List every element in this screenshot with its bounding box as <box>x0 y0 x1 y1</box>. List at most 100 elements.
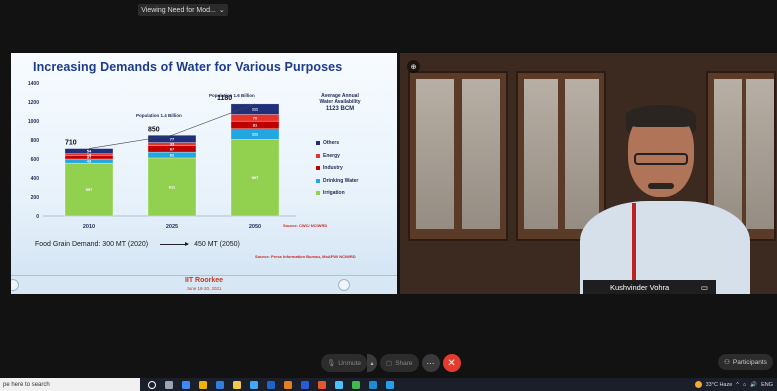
x-tick-label: 2050 <box>249 224 261 230</box>
arrow-right-icon <box>160 241 190 246</box>
legend-label: Irrigation <box>323 190 345 197</box>
legend-label: Energy <box>323 152 340 159</box>
participants-label: Participants <box>732 358 767 366</box>
network-icon[interactable]: ⌂ <box>743 382 746 388</box>
more-icon: ⋯ <box>426 358 435 368</box>
taskbar-app-icon[interactable] <box>165 380 173 389</box>
population-label-2025: Population 1.4 Billion <box>136 113 182 118</box>
shared-slide: Increasing Demands of Water for Various … <box>11 53 397 294</box>
participant-mustache <box>648 183 674 189</box>
unmute-button[interactable]: 🎙 Unmute <box>321 354 368 372</box>
total-label: 850 <box>148 126 160 133</box>
person-icon: ⚇ <box>724 359 730 366</box>
stacked-bar-chart: 0200400600800100012001400557433719547102… <box>28 81 296 230</box>
x-tick-label: 2010 <box>83 224 95 230</box>
taskbar-app-icon[interactable] <box>335 380 343 389</box>
data-label: 111 <box>252 107 259 112</box>
participants-button[interactable]: ⚇ Participants <box>718 354 773 370</box>
share-banner-label: Viewing Need for Mod... <box>141 6 216 14</box>
data-label: 611 <box>169 184 176 189</box>
volume-icon[interactable]: 🔊 <box>750 382 757 388</box>
y-tick-label: 400 <box>31 176 40 182</box>
taskbar-app-icon[interactable] <box>233 380 241 389</box>
share-screen-icon: ▢ <box>386 360 393 367</box>
water-availability: Average Annual Water Availability 1123 B… <box>309 93 371 112</box>
close-icon: ✕ <box>447 357 456 369</box>
y-tick-label: 1400 <box>28 81 39 87</box>
data-label: 67 <box>170 146 175 151</box>
participant-name: Kushvinder Vohra <box>610 282 670 292</box>
taskbar-search-input[interactable]: pe here to search <box>0 378 140 391</box>
legend-swatch <box>316 153 320 158</box>
taskbar-app-icon[interactable] <box>352 380 360 389</box>
chevron-up-icon[interactable]: ^ <box>736 382 739 388</box>
taskbar-app-icons <box>148 380 394 389</box>
legend-swatch <box>316 191 320 196</box>
microphone-icon: 🎙 <box>327 360 336 367</box>
more-button[interactable]: ⋯ <box>421 354 440 372</box>
source-cwc: Source: CWC/ NCIWRD <box>283 223 328 228</box>
system-tray: 33°C Haze ^ ⌂ 🔊 ENG <box>694 378 773 391</box>
availability-value: 1123 BCM <box>325 106 355 112</box>
legend-item: Irrigation <box>316 187 358 200</box>
total-label: 710 <box>65 140 77 147</box>
background-cabinet <box>408 71 508 241</box>
data-label: 807 <box>252 175 259 180</box>
food-demand-2020: Food Grain Demand: 300 MT (2020) <box>35 241 149 248</box>
camera-icon: ▭ <box>700 282 708 292</box>
data-label: 54 <box>87 149 92 154</box>
taskbar-app-icon[interactable] <box>216 380 224 389</box>
population-label-2050: Population 1.6 Billion <box>209 93 255 98</box>
data-label: 77 <box>170 136 175 141</box>
participant-glasses <box>634 153 688 165</box>
share-button[interactable]: ▢ Share <box>380 354 419 372</box>
legend-item: Others <box>316 137 358 150</box>
chart-legend: Others Energy Industry Drinking Water Irriga… <box>316 137 358 200</box>
leave-button[interactable]: ✕ <box>442 354 461 372</box>
unmute-label: Unmute <box>338 359 362 367</box>
chevron-down-icon: ⌄ <box>218 7 225 14</box>
slide-footer: IIT Roorkee June 18-20, 2021 <box>11 275 397 294</box>
data-label: 70 <box>253 115 258 120</box>
taskbar-app-icon[interactable] <box>284 380 292 389</box>
source-pib: Source: Press Information Bureau, MoAFW/… <box>255 254 356 259</box>
taskbar-app-icon[interactable] <box>386 380 394 389</box>
language-indicator[interactable]: ENG <box>761 382 773 388</box>
taskbar-app-icon[interactable] <box>369 380 377 389</box>
weather-text[interactable]: 33°C Haze <box>706 382 733 388</box>
taskbar-app-icon[interactable] <box>250 380 258 389</box>
y-tick-label: 1000 <box>28 119 39 125</box>
share-label: Share <box>395 359 413 367</box>
background-cabinet <box>516 71 606 241</box>
taskbar-app-icon[interactable] <box>199 380 207 389</box>
y-tick-label: 200 <box>31 195 40 201</box>
data-label: 557 <box>86 187 93 192</box>
taskbar-app-icon[interactable] <box>318 380 326 389</box>
pin-icon[interactable]: ⊕ <box>407 60 420 73</box>
y-tick-label: 1200 <box>28 100 39 106</box>
legend-swatch <box>316 141 320 146</box>
taskbar-app-icon[interactable] <box>301 380 309 389</box>
legend-item: Industry <box>316 162 358 175</box>
legend-label: Others <box>323 140 340 147</box>
y-tick-label: 600 <box>31 157 40 163</box>
data-label: 81 <box>253 122 258 127</box>
logo-right-icon <box>338 279 350 291</box>
availability-line2: Water Availability <box>319 99 361 105</box>
taskbar-app-icon[interactable] <box>267 380 275 389</box>
data-label: 62 <box>170 153 175 158</box>
legend-item: Drinking Water <box>316 175 358 188</box>
x-tick-label: 2025 <box>166 224 178 230</box>
taskbar-app-icon[interactable] <box>148 380 156 389</box>
legend-swatch <box>316 178 320 183</box>
participant-video[interactable]: ⊕ Kushvinder Vohra ▭ <box>400 53 777 294</box>
legend-label: Drinking Water <box>323 177 359 184</box>
legend-label: Industry <box>323 165 343 172</box>
participant-name-tag: Kushvinder Vohra ▭ <box>583 280 716 294</box>
legend-item: Energy <box>316 150 358 163</box>
share-banner[interactable]: Viewing Need for Mod... ⌄ <box>138 4 228 16</box>
taskbar-app-icon[interactable] <box>182 380 190 389</box>
weather-icon[interactable] <box>694 381 702 388</box>
audio-options-button[interactable]: ▴ <box>367 354 378 372</box>
slide-title: Increasing Demands of Water for Various … <box>33 60 343 74</box>
